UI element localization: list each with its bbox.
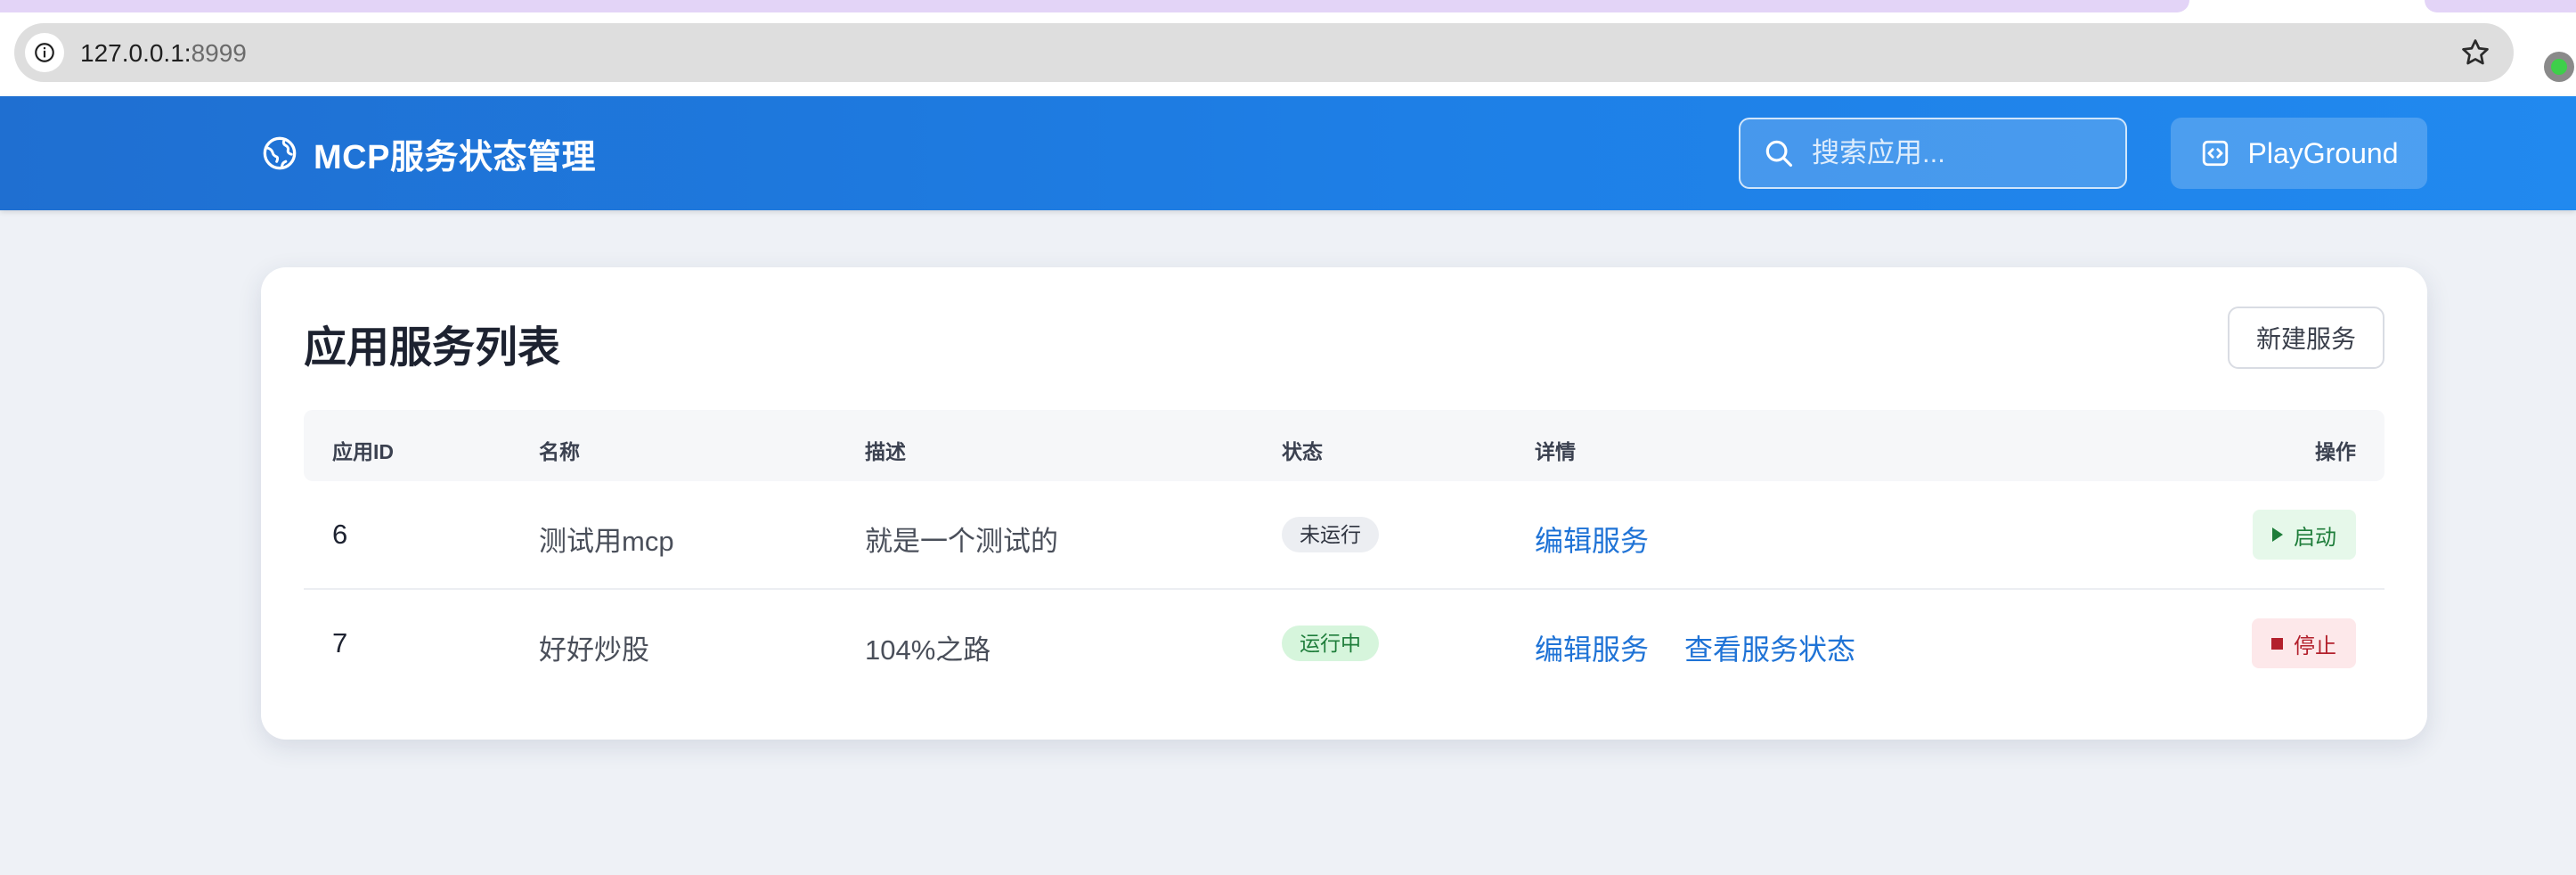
column-header-actions: 操作 xyxy=(2315,440,2356,463)
url-text[interactable]: 127.0.0.1:8999 xyxy=(80,39,247,68)
column-header-status: 状态 xyxy=(1282,440,1323,463)
search-input[interactable] xyxy=(1810,136,2095,170)
browser-tab[interactable] xyxy=(0,0,2189,12)
status-cell: 未运行 xyxy=(1282,517,1379,552)
card-title: 应用服务列表 xyxy=(304,324,561,372)
extension-status-icon[interactable] xyxy=(2544,52,2574,82)
playground-button[interactable]: PlayGround xyxy=(2171,118,2427,189)
status-badge: 运行中 xyxy=(1282,626,1379,661)
column-header-description: 描述 xyxy=(865,440,906,463)
url-host: 127.0.0.1: xyxy=(80,39,192,67)
stop-button[interactable]: 停止 xyxy=(2252,618,2356,668)
start-label: 启动 xyxy=(2294,525,2336,550)
table-row: 7 好好炒股 104%之路 运行中 编辑服务 查看服务状态 停止 xyxy=(304,590,2384,699)
service-list-card: 应用服务列表 新建服务 应用ID 名称 描述 状态 详情 操作 6 测试用mcp… xyxy=(261,267,2427,740)
column-header-id: 应用ID xyxy=(332,440,394,463)
app-id-cell: 7 xyxy=(332,627,348,658)
search-icon xyxy=(1765,140,1793,168)
browser-toolbar: 127.0.0.1:8999 xyxy=(0,12,2576,96)
table-row: 6 测试用mcp 就是一个测试的 未运行 编辑服务 启动 xyxy=(304,481,2384,590)
url-port: 8999 xyxy=(191,39,247,67)
address-bar[interactable]: 127.0.0.1:8999 xyxy=(14,23,2514,82)
description-cell: 就是一个测试的 xyxy=(865,526,1058,557)
status-badge: 未运行 xyxy=(1282,517,1379,552)
column-header-name: 名称 xyxy=(539,440,580,463)
start-button[interactable]: 启动 xyxy=(2253,510,2356,560)
bookmark-star-icon[interactable] xyxy=(2458,36,2492,70)
description-cell: 104%之路 xyxy=(865,634,991,666)
brand: MCP服务状态管理 xyxy=(262,132,596,176)
details-cell: 编辑服务 查看服务状态 xyxy=(1535,627,1891,668)
new-service-button[interactable]: 新建服务 xyxy=(2228,307,2384,369)
app-id-cell: 6 xyxy=(332,519,348,550)
app-title: MCP服务状态管理 xyxy=(314,138,596,176)
site-info-icon[interactable] xyxy=(25,33,64,72)
play-icon xyxy=(2272,527,2283,542)
table-header: 应用ID 名称 描述 状态 详情 操作 xyxy=(304,410,2384,481)
edit-service-link[interactable]: 编辑服务 xyxy=(1535,634,1649,666)
name-cell: 好好炒股 xyxy=(539,634,649,666)
code-icon xyxy=(2202,140,2228,167)
column-header-details: 详情 xyxy=(1535,440,1576,463)
service-table: 应用ID 名称 描述 状态 详情 操作 6 测试用mcp 就是一个测试的 未运行… xyxy=(304,410,2384,699)
edit-service-link[interactable]: 编辑服务 xyxy=(1535,525,1649,557)
search-box[interactable] xyxy=(1739,118,2127,189)
name-cell: 测试用mcp xyxy=(539,526,674,557)
stop-icon xyxy=(2271,637,2283,650)
details-cell: 编辑服务 xyxy=(1535,519,1684,560)
status-cell: 运行中 xyxy=(1282,626,1379,661)
browser-tab[interactable] xyxy=(2425,0,2576,12)
stop-label: 停止 xyxy=(2294,634,2336,658)
view-service-status-link[interactable]: 查看服务状态 xyxy=(1684,634,1855,666)
globe-icon xyxy=(263,136,297,170)
app-header: MCP服务状态管理 PlayGround xyxy=(0,96,2576,210)
playground-label: PlayGround xyxy=(2247,136,2399,169)
